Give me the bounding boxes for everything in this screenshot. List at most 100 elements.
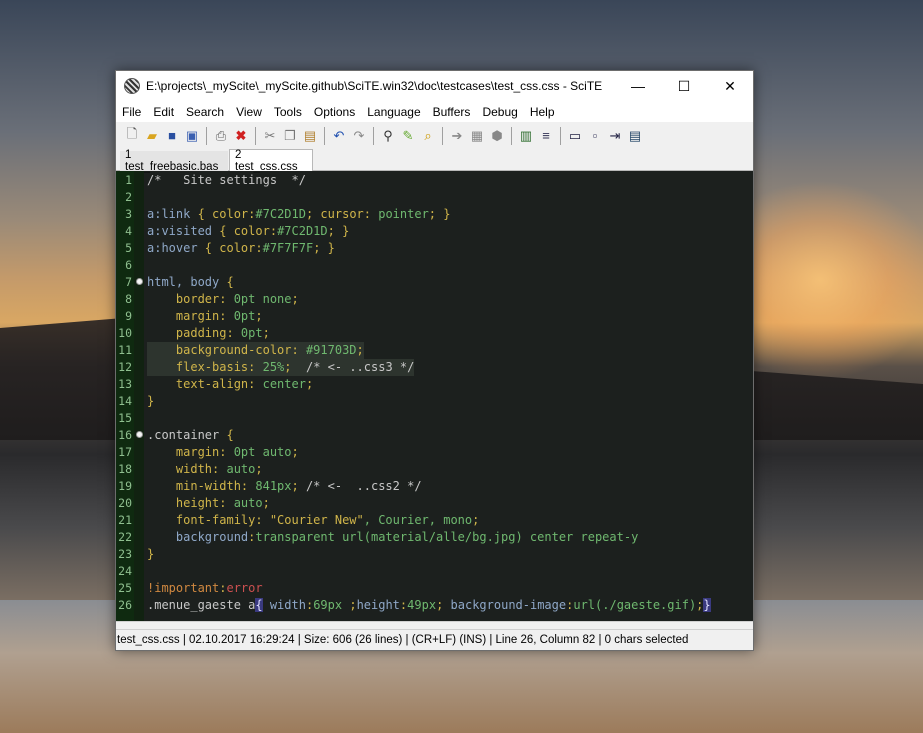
minimize-button[interactable]: — [615, 71, 661, 101]
menu-help[interactable]: Help [524, 105, 561, 119]
line-number: 9 [125, 309, 132, 323]
code-line[interactable]: 9 margin: 0pt; [116, 308, 753, 325]
close-file-icon[interactable]: ✖ [233, 128, 249, 144]
code-line[interactable]: 20 height: auto; [116, 495, 753, 512]
code-text: .container { [147, 427, 234, 444]
undo-icon[interactable]: ↶ [331, 128, 347, 144]
menu-edit[interactable]: Edit [147, 105, 180, 119]
code-text: html, body { [147, 274, 234, 291]
close-button[interactable]: ✕ [707, 71, 753, 101]
code-token: ; [262, 326, 270, 340]
go-icon[interactable]: ⬢ [489, 128, 505, 144]
scite-app-icon[interactable] [124, 78, 140, 94]
find-in-files-icon[interactable]: ⌕ [420, 128, 436, 144]
save-all-icon[interactable]: ▣ [184, 128, 200, 144]
code-token: #7C2D1D [255, 207, 306, 221]
code-line[interactable]: 8 border: 0pt none; [116, 291, 753, 308]
menu-debug[interactable]: Debug [476, 105, 523, 119]
code-text: margin: 0pt auto; [147, 444, 299, 461]
title-bar[interactable]: E:\projects\_myScite\_myScite.github\Sci… [116, 71, 753, 101]
code-token: margin: [147, 445, 234, 459]
line-number: 19 [118, 479, 132, 493]
code-editor[interactable]: 1/* Site settings */2 3 a:link { color:#7C… [116, 171, 753, 621]
code-token: ; [291, 445, 299, 459]
code-line[interactable]: 17 margin: 0pt auto; [116, 444, 753, 461]
line-number: 18 [118, 462, 132, 476]
build-icon[interactable]: ▦ [469, 128, 485, 144]
code-text: width: auto; [147, 461, 263, 478]
save-icon[interactable]: ■ [164, 128, 180, 144]
code-token: font-family: [147, 513, 270, 527]
code-token: #7F7F7F [262, 241, 314, 255]
find-icon[interactable]: ⚲ [380, 128, 396, 144]
compile-icon[interactable]: ➔ [449, 128, 465, 144]
code-line[interactable]: 21 font-family: "Courier New", Courier, … [116, 512, 753, 529]
toolbar-separator [442, 126, 443, 145]
maximize-button[interactable]: ☐ [661, 71, 707, 101]
code-line[interactable]: 10 padding: 0pt; [116, 325, 753, 342]
code-line[interactable]: 15 [116, 410, 753, 427]
tab-test-css[interactable]: 2 test_css.css [229, 149, 313, 173]
menu-buffers[interactable]: Buffers [427, 105, 477, 119]
line-number: 17 [118, 445, 132, 459]
cut-icon[interactable]: ✂ [262, 128, 278, 144]
code-line[interactable]: 23} [116, 546, 753, 563]
code-token: } [147, 547, 155, 561]
fold-icon[interactable]: ⇥ [607, 128, 623, 144]
code-token: { [255, 598, 263, 612]
code-line[interactable]: 3 a:link { color:#7C2D1D; cursor: pointer… [116, 206, 753, 223]
print-icon[interactable]: ⎙ [213, 128, 229, 144]
line-number: 15 [118, 411, 132, 425]
code-line[interactable]: 11 background-color: #91703D; [116, 342, 753, 359]
code-token: padding: [147, 326, 241, 340]
code-text: a:link { color:#7C2D1D; cursor: pointer;… [147, 206, 450, 223]
macro-icon[interactable]: ▫ [587, 128, 603, 144]
code-token: ; } [313, 241, 335, 255]
menu-tools[interactable]: Tools [268, 105, 308, 119]
code-line[interactable]: 4 a:visited { color:#7C2D1D; } [116, 223, 753, 240]
abbrev-icon[interactable]: ▥ [518, 128, 534, 144]
code-text: border: 0pt none; [147, 291, 299, 308]
code-line[interactable]: 5 a:hover { color:#7F7F7F; } [116, 240, 753, 257]
wrap-icon[interactable]: ≡ [538, 128, 554, 144]
code-line[interactable]: 1 /* Site settings */ [116, 172, 753, 189]
menu-file[interactable]: File [116, 105, 147, 119]
code-line[interactable]: 26 .menue_gaeste a{ width:69px ;height:49… [116, 597, 753, 614]
horizontal-scrollbar[interactable] [116, 621, 753, 629]
menu-view[interactable]: View [230, 105, 268, 119]
code-token: { [197, 207, 213, 221]
code-text: background-color: #91703D; [147, 342, 364, 359]
code-line[interactable]: 18 width: auto; [116, 461, 753, 478]
options-icon[interactable]: ▤ [627, 128, 643, 144]
code-line[interactable]: 22 background:transparent url(material/a… [116, 529, 753, 546]
code-line[interactable]: 16 .container { [116, 427, 753, 444]
code-line[interactable]: 24 [116, 563, 753, 580]
paste-icon[interactable]: ▤ [302, 128, 318, 144]
code-line[interactable]: 19 min-width: 841px; /* <- ..css2 */ [116, 478, 753, 495]
code-line[interactable]: 14} [116, 393, 753, 410]
code-line[interactable]: 6 [116, 257, 753, 274]
fold-marker-icon[interactable] [136, 431, 143, 438]
code-text: margin: 0pt; [147, 308, 263, 325]
code-token: /* Site settings */ [147, 173, 306, 187]
replace-icon[interactable]: ✎ [400, 128, 416, 144]
fold-marker-icon[interactable] [136, 278, 143, 285]
new-icon[interactable]: 🗋 [124, 126, 140, 144]
menu-options[interactable]: Options [308, 105, 361, 119]
toggle-output-icon[interactable]: ▭ [567, 128, 583, 144]
code-line[interactable]: 13 text-align: center; [116, 376, 753, 393]
code-line[interactable]: 7 html, body { [116, 274, 753, 291]
code-token: ; [284, 360, 306, 374]
code-line[interactable]: 25 !important:error [116, 580, 753, 597]
code-line[interactable]: 2 [116, 189, 753, 206]
code-token: 0pt none [233, 292, 292, 306]
code-token: } [147, 394, 155, 408]
menu-language[interactable]: Language [361, 105, 426, 119]
code-line[interactable]: 12 flex-basis: 25%; /* <- ..css3 */ [116, 359, 753, 376]
line-number: 7 [125, 275, 132, 289]
open-icon[interactable]: ▰ [144, 128, 160, 144]
menu-search[interactable]: Search [180, 105, 230, 119]
redo-icon[interactable]: ↷ [351, 128, 367, 144]
tab-test-freebasic[interactable]: 1 test_freebasic.bas [120, 149, 228, 173]
copy-icon[interactable]: ❐ [282, 128, 298, 144]
